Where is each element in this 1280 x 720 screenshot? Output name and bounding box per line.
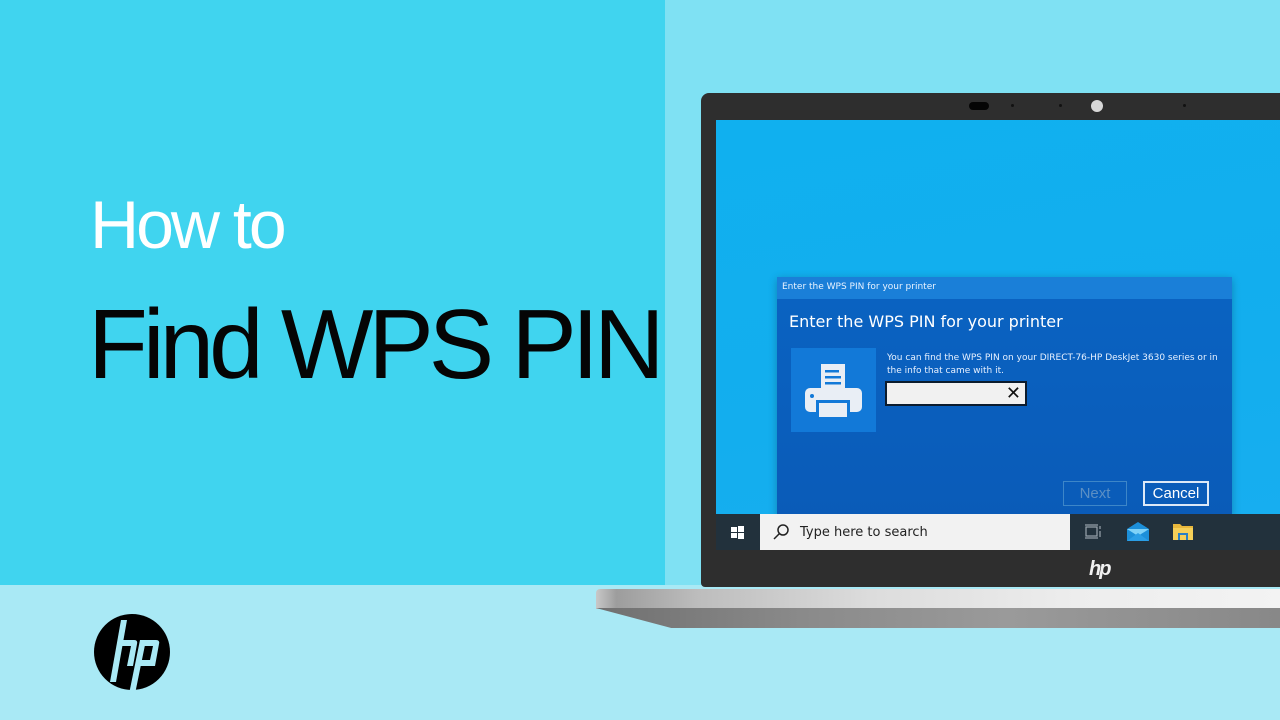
mail-icon — [1127, 522, 1149, 541]
task-view-icon — [1085, 524, 1101, 539]
camera-dot — [1011, 104, 1014, 107]
camera-dot — [1059, 104, 1062, 107]
mail-button[interactable] — [1126, 520, 1150, 544]
webcam-icon — [1091, 100, 1103, 112]
laptop-base — [596, 589, 1280, 609]
laptop: Enter the WPS PIN for your printer Enter… — [701, 93, 1280, 587]
task-view-button[interactable] — [1082, 520, 1106, 544]
dialog-description: You can find the WPS PIN on your DIRECT-… — [887, 353, 1218, 376]
title-find-wps-pin: Find WPS PIN — [88, 289, 665, 399]
dialog-titlebar: Enter the WPS PIN for your printer — [777, 277, 1232, 299]
title-how-to: How to — [90, 187, 287, 263]
file-explorer-button[interactable] — [1171, 520, 1195, 544]
wps-pin-field[interactable] — [889, 384, 1004, 403]
laptop-base-underside — [596, 608, 1280, 628]
printer-icon — [805, 364, 862, 420]
hp-logo-icon — [94, 614, 170, 690]
camera-dot — [1183, 104, 1186, 107]
search-placeholder: Type here to search — [800, 524, 928, 540]
camera-sensor — [969, 102, 989, 110]
cancel-button[interactable]: Cancel — [1143, 481, 1209, 506]
windows-icon — [730, 525, 744, 539]
file-explorer-icon — [1173, 524, 1193, 540]
search-icon — [773, 524, 789, 540]
taskbar-search[interactable]: Type here to search — [760, 514, 1070, 550]
bezel-hp-logo: hp — [1089, 558, 1111, 580]
dialog-heading: Enter the WPS PIN for your printer — [789, 312, 1063, 331]
wps-pin-dialog: Enter the WPS PIN for your printer Enter… — [777, 277, 1232, 517]
start-button[interactable] — [716, 514, 758, 550]
next-button[interactable]: Next — [1063, 481, 1127, 506]
printer-tile — [791, 348, 876, 432]
taskbar: Type here to search — [716, 514, 1280, 550]
laptop-screen: Enter the WPS PIN for your printer Enter… — [716, 120, 1280, 550]
wps-pin-input[interactable]: ✕ — [885, 381, 1027, 406]
clear-icon[interactable]: ✕ — [1006, 384, 1021, 403]
